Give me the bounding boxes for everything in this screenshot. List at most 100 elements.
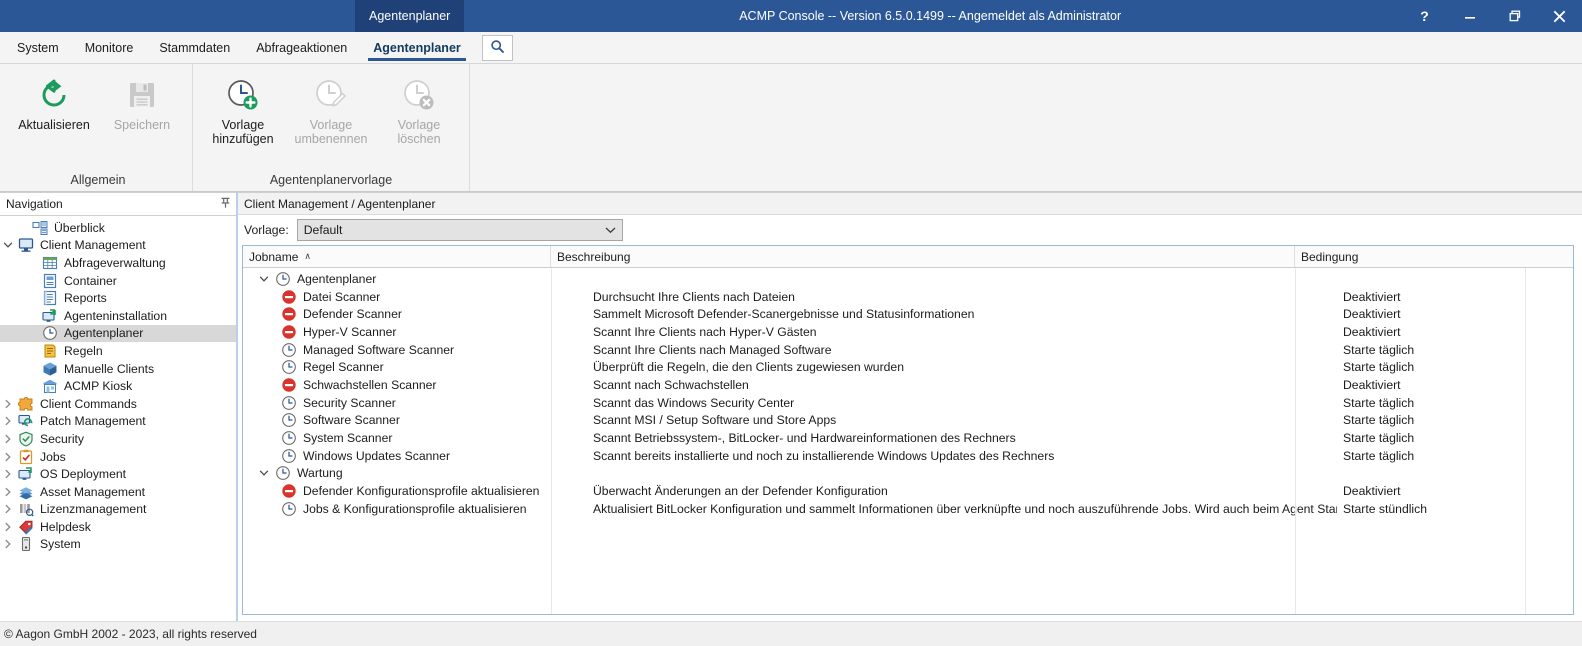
refresh-button[interactable]: Aktualisieren [10,72,98,136]
tab-abfrageaktionen[interactable]: Abfrageaktionen [243,32,360,63]
chevron-down-icon[interactable] [255,468,273,478]
sidebar-item-jobs[interactable]: Jobs [0,448,236,466]
grid-row[interactable]: Windows Updates Scanner Scannt bereits in… [243,447,1573,465]
chevron-right-icon[interactable] [0,539,16,549]
column-header-bedingung[interactable]: Bedingung [1295,246,1573,267]
sidebar-item-agenteninstallation[interactable]: Agenteninstallation [0,307,236,325]
grid-row[interactable]: Regel Scanner Überprüft die Regeln, die d… [243,358,1573,376]
sidebar-item-label: Asset Management [40,484,146,499]
sidebar-item--berblick[interactable]: Überblick [0,219,236,237]
chevron-down-icon[interactable] [255,274,273,284]
restore-button[interactable] [1492,0,1537,32]
chevron-right-icon[interactable] [0,434,16,444]
tab-label: Monitore [84,40,134,55]
sidebar-item-patch-management[interactable]: Patch Management [0,413,236,431]
rename-template-button[interactable]: Vorlage umbenennen [287,72,375,150]
clipboard-icon [16,449,36,465]
minimize-button[interactable] [1447,0,1492,32]
sidebar-item-security[interactable]: Security [0,430,236,448]
sidebar-item-label: Jobs [40,449,66,464]
clock-edit-icon [314,76,348,114]
sidebar-item-os-deployment[interactable]: OS Deployment [0,465,236,483]
column-header-jobname[interactable]: Jobname ∧ [243,246,551,267]
template-select[interactable]: Default [296,219,623,241]
grid-row[interactable]: Defender Konfigurationsprofile aktualisi… [243,482,1573,500]
sidebar-item-lizenzmanagement[interactable]: Lizenzmanagement [0,501,236,519]
grid-row[interactable]: Schwachstellen Scanner Scannt nach Schwac… [243,376,1573,394]
tab-monitore[interactable]: Monitore [72,32,147,63]
cell-jobname: Defender Konfigurationsprofile aktualisi… [243,483,587,499]
search-button[interactable] [481,34,513,61]
sidebar-item-helpdesk[interactable]: Helpdesk [0,518,236,536]
column-header-label: Bedingung [1301,249,1359,264]
grid-row[interactable]: Hyper-V Scanner Scannt Ihre Clients nach … [243,323,1573,341]
navigation-tree[interactable]: Überblick Client Management Abfrageverwalt… [0,216,236,621]
cell-jobname: Managed Software Scanner [243,342,587,358]
close-button[interactable] [1537,0,1582,32]
chevron-right-icon[interactable] [0,416,16,426]
ribbon-toolbar: Aktualisieren Speichern Allgemein Vorlag… [0,64,1582,192]
cell-jobname: Schwachstellen Scanner [243,377,587,393]
cell-bedingung: Starte täglich [1343,431,1415,446]
grid-body[interactable]: Agentenplaner Datei Scanner Durchsucht Ihr… [243,268,1573,614]
sidebar-item-regeln[interactable]: Regeln [0,342,236,360]
cell-bedingung: Starte täglich [1343,342,1415,357]
column-header-beschreibung[interactable]: Beschreibung [551,246,1295,267]
grid-row[interactable]: Jobs & Konfigurationsprofile aktualisier… [243,500,1573,518]
window-tab-agentenplaner[interactable]: Agentenplaner [355,0,465,32]
sidebar-item-label: Patch Management [40,414,146,429]
grid-row[interactable]: Defender Scanner Sammelt Microsoft Defend… [243,305,1573,323]
clock-icon [279,359,299,375]
sort-asc-icon: ∧ [304,251,311,261]
save-button[interactable]: Speichern [98,72,186,136]
grid-row[interactable]: Datei Scanner Durchsucht Ihre Clients nac… [243,288,1573,306]
chevron-right-icon[interactable] [0,469,16,479]
chevron-down-icon[interactable] [0,240,16,250]
menu-tab-strip: System Monitore Stammdaten Abfrageaktion… [0,32,1582,64]
sidebar-item-acmp-kiosk[interactable]: ACMP Kiosk [0,377,236,395]
sidebar-item-asset-management[interactable]: Asset Management [0,483,236,501]
sidebar-item-manuelle-clients[interactable]: Manuelle Clients [0,360,236,378]
chevron-right-icon[interactable] [0,452,16,462]
pin-icon[interactable] [219,196,232,212]
grid-row[interactable]: Managed Software Scanner Scannt Ihre Clie… [243,341,1573,359]
cell-jobname: Regel Scanner [243,359,587,375]
sidebar-item-container[interactable]: Container [0,272,236,290]
cell-jobname: Wartung [243,465,563,481]
job-name-label: Hyper-V Scanner [303,324,397,339]
ribbon-group-title-vorlage: Agentenplanervorlage [269,173,393,187]
grid-group-row[interactable]: Wartung [243,465,1573,483]
add-template-button[interactable]: Vorlage hinzufügen [199,72,287,150]
cell-jobname: Jobs & Konfigurationsprofile aktualisier… [243,501,587,517]
cell-jobname: Hyper-V Scanner [243,324,587,340]
chevron-right-icon[interactable] [0,399,16,409]
cell-beschreibung: Scannt bereits installierte und noch zu … [593,448,1055,463]
job-name-label: Schwachstellen Scanner [303,377,437,392]
grid-row[interactable]: Software Scanner Scannt MSI / Setup Softw… [243,412,1573,430]
grid-row[interactable]: Security Scanner Scannt das Windows Secur… [243,394,1573,412]
sidebar-item-reports[interactable]: Reports [0,289,236,307]
tab-system[interactable]: System [4,32,72,63]
tab-agentenplaner[interactable]: Agentenplaner [360,32,474,63]
main-panel: Client Management / Agentenplaner Vorlag… [237,192,1582,621]
grid-group-row[interactable]: Agentenplaner [243,270,1573,288]
sidebar-item-client-commands[interactable]: Client Commands [0,395,236,413]
chevron-right-icon[interactable] [0,504,16,514]
search-icon [490,39,505,57]
sidebar-item-client-management[interactable]: Client Management [0,237,236,255]
chevron-right-icon[interactable] [0,487,16,497]
cell-bedingung: Deaktiviert [1343,484,1401,499]
help-button[interactable]: ? [1402,0,1447,32]
sidebar-item-agentenplaner[interactable]: Agentenplaner [0,324,236,343]
cell-bedingung: Starte täglich [1343,395,1415,410]
patch-icon [16,413,36,429]
chevron-right-icon[interactable] [0,522,16,532]
delete-template-button[interactable]: Vorlage löschen [375,72,463,150]
sidebar-item-system[interactable]: System [0,536,236,554]
clock-icon [279,501,299,517]
tab-stammdaten[interactable]: Stammdaten [146,32,243,63]
sidebar-item-abfrageverwaltung[interactable]: Abfrageverwaltung [0,254,236,272]
grid-row[interactable]: System Scanner Scannt Betriebssystem-, Bi… [243,429,1573,447]
clock-icon [40,325,60,341]
overview-icon [30,220,50,236]
